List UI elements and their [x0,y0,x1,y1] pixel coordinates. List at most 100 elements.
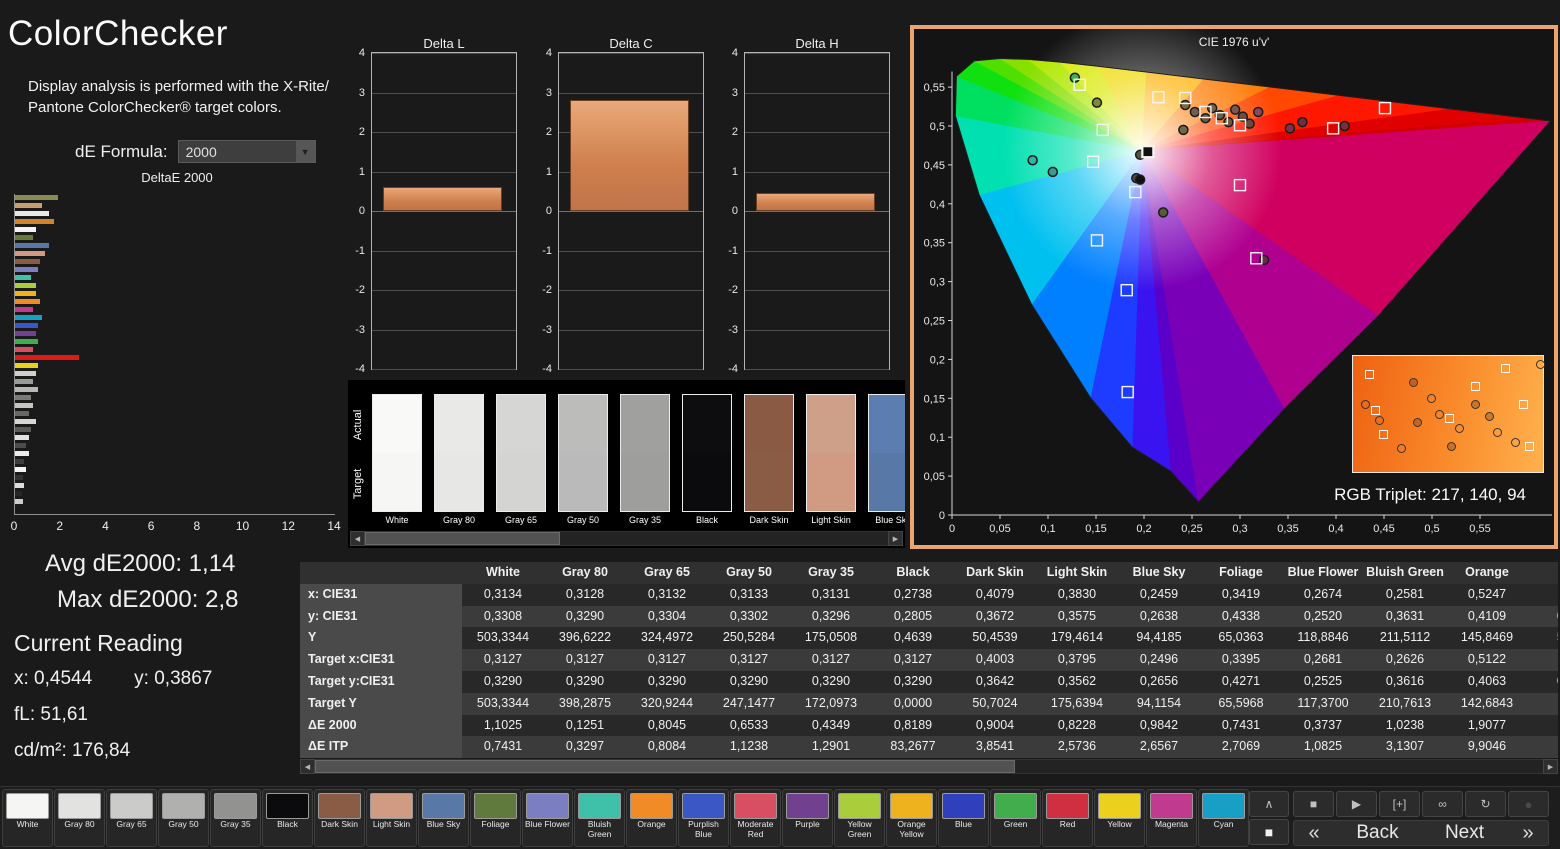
patch-button-gray-50[interactable]: Gray 50 [158,789,209,847]
delta-bar [383,186,502,211]
table-cell: 0,3642 [975,673,1015,688]
patch-swatch-icon [422,793,465,819]
single-measure-button[interactable]: [+] [1379,791,1420,817]
scrollbar-thumb[interactable] [315,760,1015,773]
table-cell: 0,3616 [1385,673,1425,688]
patch-button-gray-65[interactable]: Gray 65 [106,789,157,847]
record-button[interactable]: ● [1508,791,1549,817]
patch-button-orange-yellow[interactable]: Orange Yellow [886,789,937,847]
cie-measured-point [1047,166,1059,178]
actual-swatch [683,395,731,453]
scroll-left-button[interactable]: ◀ [300,759,315,774]
refresh-button[interactable]: ↻ [1465,791,1506,817]
patch-button-orange[interactable]: Orange [626,789,677,847]
de-formula-dropdown[interactable]: 2000 ▼ [177,140,316,163]
table-header-cell: Light Skin [1046,565,1108,579]
svg-text:0,55: 0,55 [1469,523,1490,535]
patch-button-yellow-green[interactable]: Yellow Green [834,789,885,847]
continuous-measure-button[interactable]: ∞ [1422,791,1463,817]
patch-button-bluish-green[interactable]: Bluish Green [574,789,625,847]
back-button[interactable]: Back [1334,822,1421,844]
patch-button-red[interactable]: Red [1042,789,1093,847]
patch-button-yellow[interactable]: Yellow [1094,789,1145,847]
patch-button-gray-35[interactable]: Gray 35 [210,789,261,847]
patch-comparison-strip: Actual Target White Gray 80 Gray 65 Gray 50… [348,380,905,548]
patch-button-green[interactable]: Green [990,789,1041,847]
target-swatch [683,453,731,511]
gridline [745,329,889,331]
patch-label: Dark Skin [749,515,789,525]
table-cell: 179,4614 [1050,630,1104,645]
table-row-label: y: CIE31 [300,605,462,628]
reading-x: x: 0,4544 [14,668,93,689]
strip-patch: Gray 80 [428,394,490,525]
gridline [559,92,703,94]
patch-button-purple[interactable]: Purple [782,789,833,847]
table-cell: 0,2656 [1139,673,1179,688]
table-cell: 2,5736 [1057,739,1097,754]
table-cell: 83,2677 [890,739,936,754]
scrollbar-track[interactable] [315,759,1543,774]
table-cell: 0,3290 [483,673,523,688]
stop-button[interactable]: ■ [1293,791,1334,817]
patch-label: Gray 80 [442,515,475,525]
axis-tick-label: 4 [102,519,109,533]
deltae-bar [15,411,29,416]
patch-button-magenta[interactable]: Magenta [1146,789,1197,847]
deltae-bar [15,363,38,368]
back-chevrons-button[interactable]: « [1294,822,1334,845]
next-button[interactable]: Next [1421,822,1508,844]
pattern-window-button[interactable]: ■ [1249,819,1289,845]
patch-button-blue-sky[interactable]: Blue Sky [418,789,469,847]
collapse-up-button[interactable]: ∧ [1249,791,1289,817]
svg-text:0,05: 0,05 [989,523,1010,535]
cie-measured-point [1339,120,1350,132]
patch-button-purplish-blue[interactable]: Purplish Blue [678,789,729,847]
patch-button-blue[interactable]: Blue [938,789,989,847]
scrollbar-track[interactable] [365,531,888,546]
chevron-up-icon: ∧ [1264,797,1274,811]
patch-button-label: Blue Flower [525,819,570,829]
patch-swatch [496,394,546,512]
table-cell: 0,9842 [1139,717,1179,732]
patch-button-black[interactable]: Black [262,789,313,847]
table-row-label: Target x:CIE31 [300,649,462,671]
patch-buttons: White Gray 80 Gray 65 Gray 50 Gray 35 Black Da… [2,789,1250,847]
deltae-bar [15,459,25,464]
svg-text:0,5: 0,5 [1424,523,1439,535]
svg-text:0,3: 0,3 [1232,523,1247,535]
axis-tick-label: 2 [731,126,738,138]
table-cell: 503,3344 [476,630,530,645]
patch-button-blue-flower[interactable]: Blue Flower [522,789,573,847]
play-button[interactable]: ▶ [1336,791,1377,817]
table-scrollbar[interactable]: ◀ ▶ [300,759,1558,774]
strip-scrollbar[interactable]: ◀ ▶ [350,531,903,546]
patch-button-label: Gray 35 [220,819,251,829]
next-chevrons-button[interactable]: » [1508,822,1548,845]
scroll-right-button[interactable]: ▶ [888,531,903,546]
svg-text:0,45: 0,45 [1373,523,1394,535]
patch-button-white[interactable]: White [2,789,53,847]
patch-button-moderate-red[interactable]: Moderate Red [730,789,781,847]
patch-button-cyan[interactable]: Cyan [1198,789,1249,847]
scroll-left-button[interactable]: ◀ [350,531,365,546]
deltae2000-plot: 0 2 4 6 8 10 12 14 [11,194,341,538]
table-cell: 1,1 [1528,715,1558,737]
table-cell: 0,3296 [811,608,851,623]
cie-diagram-panel: 0 0 0,05 0,05 0,1 0,1 0,15 0,15 0,2 0,2 0,25 0,25 0,… [910,25,1558,549]
table-header-cell: Gray 50 [726,565,772,579]
patch-button-label: Gray 80 [64,819,95,829]
axis-tick-label: 3 [731,86,738,99]
patch-button-light-skin[interactable]: Light Skin [366,789,417,847]
scroll-right-button[interactable]: ▶ [1543,759,1558,774]
patch-button-dark-skin[interactable]: Dark Skin [314,789,365,847]
svg-text:0,1: 0,1 [930,432,945,444]
patch-swatch-icon [630,793,673,819]
deltae-bar [15,451,29,456]
deltae2000-chart: DeltaE 2000 0 2 4 6 8 10 12 14 [10,170,344,542]
deltae-bar [15,467,27,472]
patch-button-gray-80[interactable]: Gray 80 [54,789,105,847]
patch-button-foliage[interactable]: Foliage [470,789,521,847]
table-cell: 0,4639 [893,630,933,645]
scrollbar-thumb[interactable] [365,532,560,545]
